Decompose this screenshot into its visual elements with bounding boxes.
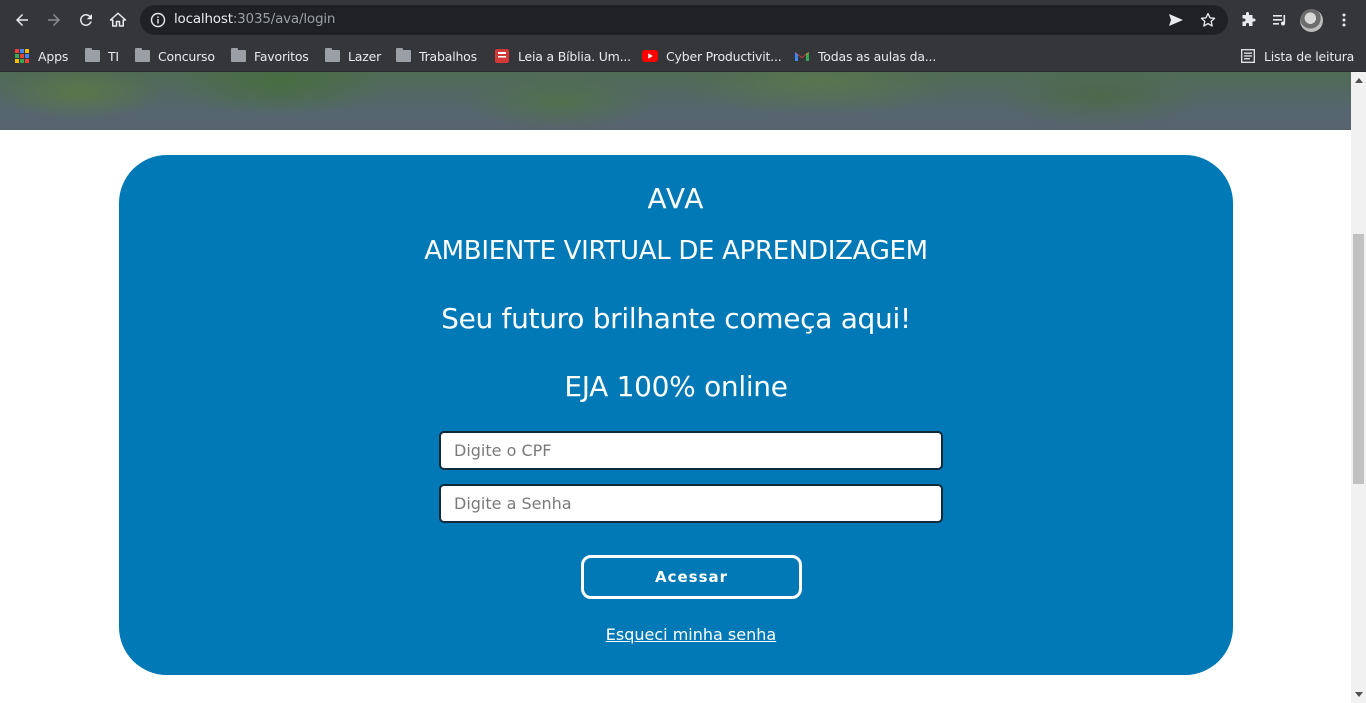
apps-grid-icon bbox=[14, 48, 30, 64]
bookmark-folder-trabalhos[interactable]: Trabalhos bbox=[395, 45, 477, 67]
bookmark-folder-ti[interactable]: TI bbox=[84, 45, 119, 67]
bookmark-label: Favoritos bbox=[254, 48, 309, 64]
reading-list-label: Lista de leitura bbox=[1264, 48, 1355, 64]
slogan-text: Seu futuro brilhante começa aqui! bbox=[441, 302, 911, 335]
bookmark-apps[interactable]: Apps bbox=[14, 45, 68, 67]
scroll-down-arrow-icon[interactable] bbox=[1354, 690, 1363, 699]
bookmark-star-icon[interactable] bbox=[1198, 10, 1218, 30]
home-icon[interactable] bbox=[106, 8, 130, 32]
send-tab-icon[interactable] bbox=[1166, 10, 1186, 30]
profile-avatar[interactable] bbox=[1300, 9, 1323, 32]
bookmarks-bar: Apps TI Concurso Favoritos Lazer Trabalh… bbox=[0, 40, 1366, 72]
folder-icon bbox=[84, 48, 100, 64]
page-viewport: AVA AMBIENTE VIRTUAL DE APRENDIZAGEM Seu… bbox=[0, 72, 1351, 703]
bookmark-label: Todas as aulas da... bbox=[818, 48, 937, 64]
folder-icon bbox=[134, 48, 150, 64]
program-text: EJA 100% online bbox=[564, 370, 788, 403]
bookmark-label: Leia a Bíblia. Um... bbox=[518, 48, 631, 64]
extensions-puzzle-icon[interactable] bbox=[1238, 10, 1258, 30]
back-arrow-icon[interactable] bbox=[10, 8, 34, 32]
login-button[interactable]: Acessar bbox=[581, 555, 802, 599]
cpf-input[interactable] bbox=[439, 431, 943, 470]
bookmark-bible[interactable]: Leia a Bíblia. Um... bbox=[494, 45, 631, 67]
url-path: :3035/ava/login bbox=[232, 11, 336, 27]
bookmark-folder-favoritos[interactable]: Favoritos bbox=[230, 45, 309, 67]
page-scrollbar[interactable] bbox=[1351, 72, 1366, 703]
bookmark-label: Apps bbox=[38, 48, 69, 64]
reload-icon[interactable] bbox=[74, 8, 98, 32]
bookmark-label: Trabalhos bbox=[419, 48, 477, 64]
bookmark-label: Concurso bbox=[158, 48, 215, 64]
page-subtitle: AMBIENTE VIRTUAL DE APRENDIZAGEM bbox=[424, 236, 928, 266]
reading-list-button[interactable]: Lista de leitura bbox=[1240, 45, 1354, 67]
folder-icon bbox=[395, 48, 411, 64]
site-info-icon[interactable] bbox=[150, 12, 166, 28]
forward-arrow-icon[interactable] bbox=[42, 8, 66, 32]
menu-kebab-icon[interactable] bbox=[1334, 10, 1354, 30]
hero-background-image bbox=[0, 72, 1351, 130]
login-card: AVA AMBIENTE VIRTUAL DE APRENDIZAGEM Seu… bbox=[119, 155, 1233, 675]
url-text[interactable]: localhost:3035/ava/login bbox=[174, 11, 335, 27]
forgot-password-link[interactable]: Esqueci minha senha bbox=[606, 625, 776, 644]
bookmark-label: Cyber Productivit... bbox=[666, 48, 782, 64]
page-title: AVA bbox=[647, 182, 705, 215]
bookmark-folder-lazer[interactable]: Lazer bbox=[324, 45, 381, 67]
folder-icon bbox=[230, 48, 246, 64]
bookmark-label: TI bbox=[108, 48, 119, 64]
scrollbar-thumb[interactable] bbox=[1353, 234, 1364, 484]
bookmark-folder-concurso[interactable]: Concurso bbox=[134, 45, 215, 67]
youtube-icon bbox=[642, 48, 658, 64]
bible-app-icon bbox=[494, 48, 510, 64]
bookmark-youtube[interactable]: Cyber Productivit... bbox=[642, 45, 782, 67]
bookmark-gmail[interactable]: Todas as aulas da... bbox=[794, 45, 936, 67]
password-input[interactable] bbox=[439, 484, 943, 523]
scroll-up-arrow-icon[interactable] bbox=[1354, 76, 1363, 85]
url-host: localhost bbox=[174, 11, 233, 27]
gmail-icon bbox=[794, 48, 810, 64]
browser-toolbar: localhost:3035/ava/login bbox=[0, 0, 1366, 40]
media-queue-icon[interactable] bbox=[1270, 10, 1290, 30]
bookmark-label: Lazer bbox=[348, 48, 382, 64]
folder-icon bbox=[324, 48, 340, 64]
forgot-password-row: Esqueci minha senha bbox=[119, 625, 1263, 644]
reading-list-icon bbox=[1240, 48, 1256, 64]
